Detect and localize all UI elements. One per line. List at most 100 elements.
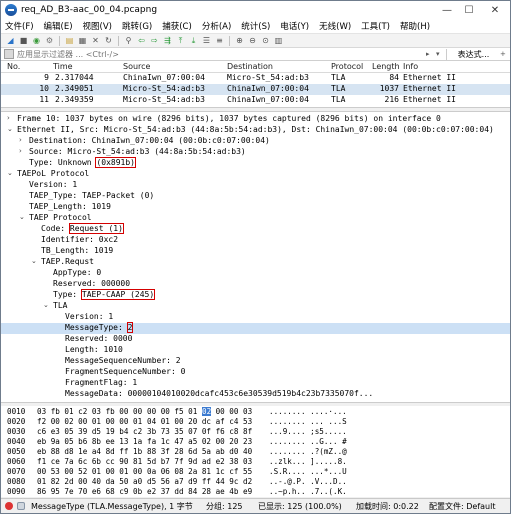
status-profile[interactable]: 配置文件: Default — [429, 501, 495, 512]
display-filter-input[interactable] — [14, 48, 426, 60]
chevron-down-icon[interactable]: ⌄ — [43, 301, 51, 309]
packet-row[interactable]: 11 2.349359 Micro-St_54:ad:b3 ChinaIwn_0… — [1, 95, 510, 106]
chevron-right-icon[interactable]: › — [7, 114, 15, 122]
detail-tree-row[interactable]: Version: 1 — [1, 180, 510, 191]
detail-label: TAEP_Length: 1019 — [29, 202, 111, 211]
add-filter-icon[interactable]: + — [500, 50, 510, 58]
restart-capture-icon[interactable]: ◉ — [31, 35, 42, 46]
chevron-down-icon[interactable]: ⌄ — [31, 257, 39, 265]
detail-tree-row[interactable]: MessageData: 00000104010020dcafc453c6e30… — [1, 389, 510, 400]
detail-tree-row[interactable]: TAEP_Type: TAEP-Packet (0) — [1, 191, 510, 202]
menu-tools[interactable]: 工具(T) — [361, 20, 390, 32]
go-back-icon[interactable]: ⇦ — [136, 35, 147, 46]
menu-capture[interactable]: 捕获(C) — [162, 20, 192, 32]
column-time[interactable]: Time — [53, 62, 73, 71]
chevron-down-icon[interactable]: ⌄ — [7, 169, 15, 177]
detail-tree-row[interactable]: FragmentFlag: 1 — [1, 378, 510, 389]
stop-capture-icon[interactable]: ■ — [18, 35, 29, 46]
detail-tree-row[interactable]: Version: 1 — [1, 312, 510, 323]
comment-icon[interactable] — [17, 502, 25, 510]
menu-help[interactable]: 帮助(H) — [400, 20, 430, 32]
open-file-icon[interactable]: ▤ — [64, 35, 75, 46]
detail-tree-row[interactable]: › Source: Micro-St_54:ad:b3 (44:8a:5b:54:… — [1, 147, 510, 158]
column-protocol[interactable]: Protocol — [331, 62, 363, 71]
detail-tree-row[interactable]: ⌄ TAEP.Requst — [1, 257, 510, 268]
menu-view[interactable]: 视图(V) — [83, 20, 112, 32]
detail-tree-row[interactable]: MessageType: 2 — [1, 322, 510, 334]
go-forward-icon[interactable]: ⇨ — [149, 35, 160, 46]
detail-tree-row[interactable]: ⌄ TLA — [1, 301, 510, 312]
detail-tree-row[interactable]: TAEP_Length: 1019 — [1, 202, 510, 213]
chevron-down-icon[interactable]: ⌄ — [7, 125, 15, 133]
hex-row[interactable]: 0030 c6 e3 05 39 d5 19 b4 c2 3b 73 35 07 0… — [1, 427, 510, 437]
filter-dropdown-icon[interactable]: ▾ — [436, 50, 446, 58]
column-no[interactable]: No. — [7, 62, 20, 71]
detail-tree-row[interactable]: ⌄ Ethernet II, Src: Micro-St_54:ad:b3 (44… — [1, 125, 510, 136]
colorize-icon[interactable]: ≡ — [214, 35, 225, 46]
detail-tree-row[interactable]: AppType: 0 — [1, 268, 510, 279]
column-source[interactable]: Source — [123, 62, 150, 71]
detail-tree-row[interactable]: Identifier: 0xc2 — [1, 235, 510, 246]
expert-info-icon[interactable] — [5, 502, 13, 510]
menu-wireless[interactable]: 无线(W) — [319, 20, 351, 32]
hex-row[interactable]: 0070 00 53 00 52 01 00 01 00 0a 06 08 2a 8… — [1, 467, 510, 477]
reload-icon[interactable]: ↻ — [103, 35, 114, 46]
column-destination[interactable]: Destination — [227, 62, 273, 71]
filter-arrow-icon[interactable]: ▸ — [426, 50, 436, 58]
first-packet-icon[interactable]: ⤒ — [175, 35, 186, 46]
chevron-down-icon[interactable]: ⌄ — [19, 213, 27, 221]
capture-options-icon[interactable]: ⚙ — [44, 35, 55, 46]
packet-row-selected[interactable]: 10 2.349051 Micro-St_54:ad:b3 ChinaIwn_0… — [1, 84, 510, 95]
last-packet-icon[interactable]: ⤓ — [188, 35, 199, 46]
hex-row[interactable]: 0040 eb 9a 05 b6 8b ee 13 1a fa 1c 47 a5 0… — [1, 437, 510, 447]
detail-tree-row[interactable]: ⌄ TAEPoL Protocol — [1, 169, 510, 180]
detail-tree-row[interactable]: Type: TAEP-CAAP (245) — [1, 289, 510, 301]
detail-tree-row[interactable]: MessageSequenceNumber: 2 — [1, 356, 510, 367]
column-length[interactable]: Length — [372, 62, 400, 71]
hex-row[interactable]: 0010 03 fb 01 c2 03 fb 00 00 00 00 f5 01 0… — [1, 407, 510, 417]
detail-tree-row[interactable]: FragmentSequenceNumber: 0 — [1, 367, 510, 378]
detail-tree-row[interactable]: Code: Request (1) — [1, 223, 510, 235]
menu-file[interactable]: 文件(F) — [5, 20, 34, 32]
detail-tree-row[interactable]: TB_Length: 1019 — [1, 246, 510, 257]
detail-tree-row[interactable]: › Frame 10: 1037 bytes on wire (8296 bits… — [1, 114, 510, 125]
zoom-in-icon[interactable]: ⊕ — [234, 35, 245, 46]
detail-tree-row[interactable]: Type: Unknown (0x891b) — [1, 157, 510, 169]
save-file-icon[interactable]: ▦ — [77, 35, 88, 46]
menu-go[interactable]: 跳转(G) — [122, 20, 152, 32]
menu-statistics[interactable]: 统计(S) — [241, 20, 270, 32]
minimize-button[interactable]: — — [436, 2, 458, 18]
detail-tree-row[interactable]: ⌄ TAEP Protocol — [1, 213, 510, 224]
detail-tree-row[interactable]: Length: 1010 — [1, 345, 510, 356]
find-packet-icon[interactable]: ⚲ — [123, 35, 134, 46]
maximize-button[interactable]: ☐ — [458, 2, 480, 18]
bookmark-icon[interactable] — [4, 49, 14, 59]
zoom-out-icon[interactable]: ⊖ — [247, 35, 258, 46]
hex-row[interactable]: 0060 f1 ce 7a 6c 6b cc 90 81 5d b7 7f 9d a… — [1, 457, 510, 467]
detail-label: FragmentFlag: 1 — [65, 378, 138, 387]
expression-button[interactable]: 表达式... — [446, 48, 500, 60]
autoscroll-icon[interactable]: ☰ — [201, 35, 212, 46]
hex-row[interactable]: 0020 f2 00 02 00 01 00 00 01 04 01 00 20 d… — [1, 417, 510, 427]
go-to-packet-icon[interactable]: ⇶ — [162, 35, 173, 46]
packet-row[interactable]: 9 2.317044 ChinaIwn_07:00:04 Micro-St_54… — [1, 73, 510, 84]
column-info[interactable]: Info — [403, 62, 418, 71]
menu-telephony[interactable]: 电话(Y) — [280, 20, 309, 32]
detail-tree-row[interactable]: Reserved: 0000 — [1, 334, 510, 345]
close-button[interactable]: ✕ — [480, 2, 510, 18]
chevron-right-icon[interactable]: › — [19, 136, 27, 144]
hex-row[interactable]: 0080 01 82 2d 00 40 da 50 a0 d5 56 a7 d9 f… — [1, 477, 510, 487]
detail-tree-row[interactable]: Reserved: 000000 — [1, 279, 510, 290]
hex-offset: 0090 — [7, 487, 26, 496]
packet-source: Micro-St_54:ad:b3 — [123, 84, 205, 93]
menu-edit[interactable]: 编辑(E) — [44, 20, 73, 32]
chevron-right-icon[interactable]: › — [19, 147, 27, 155]
zoom-reset-icon[interactable]: ⊙ — [260, 35, 271, 46]
start-capture-icon[interactable]: ◢ — [5, 35, 16, 46]
close-file-icon[interactable]: ✕ — [90, 35, 101, 46]
detail-tree-row[interactable]: › Destination: ChinaIwn_07:00:04 (00:0b:c… — [1, 136, 510, 147]
hex-row[interactable]: 0050 eb 88 d8 1e a4 8d ff 1b 88 3f 28 6d 5… — [1, 447, 510, 457]
hex-row[interactable]: 0090 86 95 7e 70 e6 68 c9 0b e2 37 dd 84 2… — [1, 487, 510, 497]
resize-columns-icon[interactable]: ▥ — [273, 35, 284, 46]
menu-analyze[interactable]: 分析(A) — [202, 20, 231, 32]
